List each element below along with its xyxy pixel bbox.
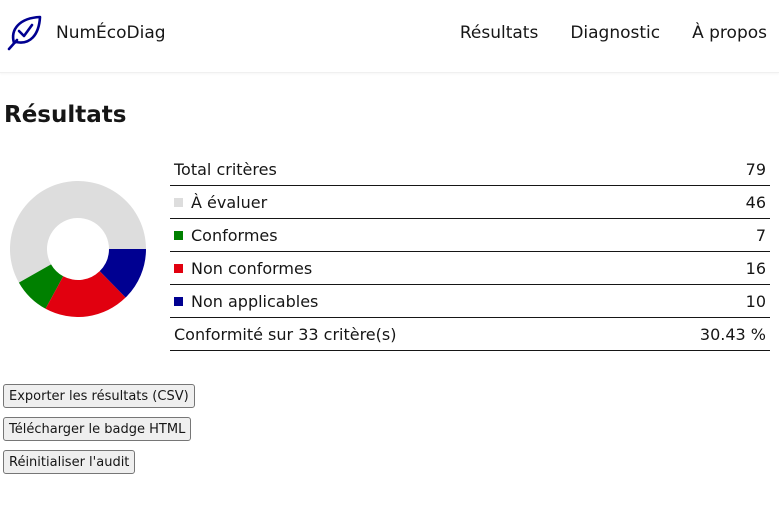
row-value-conformes: 7: [624, 218, 770, 252]
swatch-non-conformes: [174, 263, 183, 273]
table-row-non-applicables: Non applicables 10: [170, 284, 770, 318]
nav-link-resultats[interactable]: Résultats: [460, 22, 538, 44]
conformity-label: Conformité sur 33 critère(s): [170, 317, 625, 351]
download-badge-button[interactable]: Télécharger le badge HTML: [3, 417, 192, 441]
table-row-a-evaluer: À évaluer 46: [170, 185, 770, 219]
table-row-conformes: Conformes 7: [170, 218, 770, 252]
leaf-check-logo-icon[interactable]: [6, 13, 44, 51]
results-table: Total critères 79 À évaluer 46 Conformes…: [170, 153, 770, 351]
swatch-non-applicables: [174, 296, 183, 306]
row-label-non-applicables: Non applicables: [191, 291, 319, 311]
row-value-non-applicables: 10: [624, 284, 770, 318]
results-donut-chart: [10, 181, 146, 317]
row-value-a-evaluer: 46: [624, 185, 770, 219]
export-csv-button[interactable]: Exporter les résultats (CSV): [3, 384, 195, 408]
nav-link-a-propos[interactable]: À propos: [692, 22, 767, 44]
table-row-total: Total critères 79: [170, 153, 770, 186]
table-row-non-conformes: Non conformes 16: [170, 251, 770, 285]
swatch-a-evaluer: [174, 197, 183, 207]
nav-link-diagnostic[interactable]: Diagnostic: [570, 22, 660, 44]
row-value-non-conformes: 16: [624, 251, 770, 285]
row-label-a-evaluer: À évaluer: [191, 192, 268, 212]
total-value: 79: [624, 153, 770, 186]
brand-name[interactable]: NumÉcoDiag: [56, 22, 166, 44]
row-label-non-conformes: Non conformes: [191, 258, 313, 278]
page-title: Résultats: [4, 102, 127, 128]
reset-audit-button[interactable]: Réinitialiser l'audit: [3, 450, 136, 474]
table-row-conformity: Conformité sur 33 critère(s) 30.43 %: [170, 317, 770, 351]
site-header: NumÉcoDiag Résultats Diagnostic À propos: [0, 0, 779, 73]
conformity-value: 30.43 %: [624, 317, 770, 351]
main-nav: Résultats Diagnostic À propos: [460, 22, 767, 44]
total-label: Total critères: [170, 153, 625, 186]
row-label-conformes: Conformes: [191, 225, 278, 245]
swatch-conformes: [174, 230, 183, 240]
